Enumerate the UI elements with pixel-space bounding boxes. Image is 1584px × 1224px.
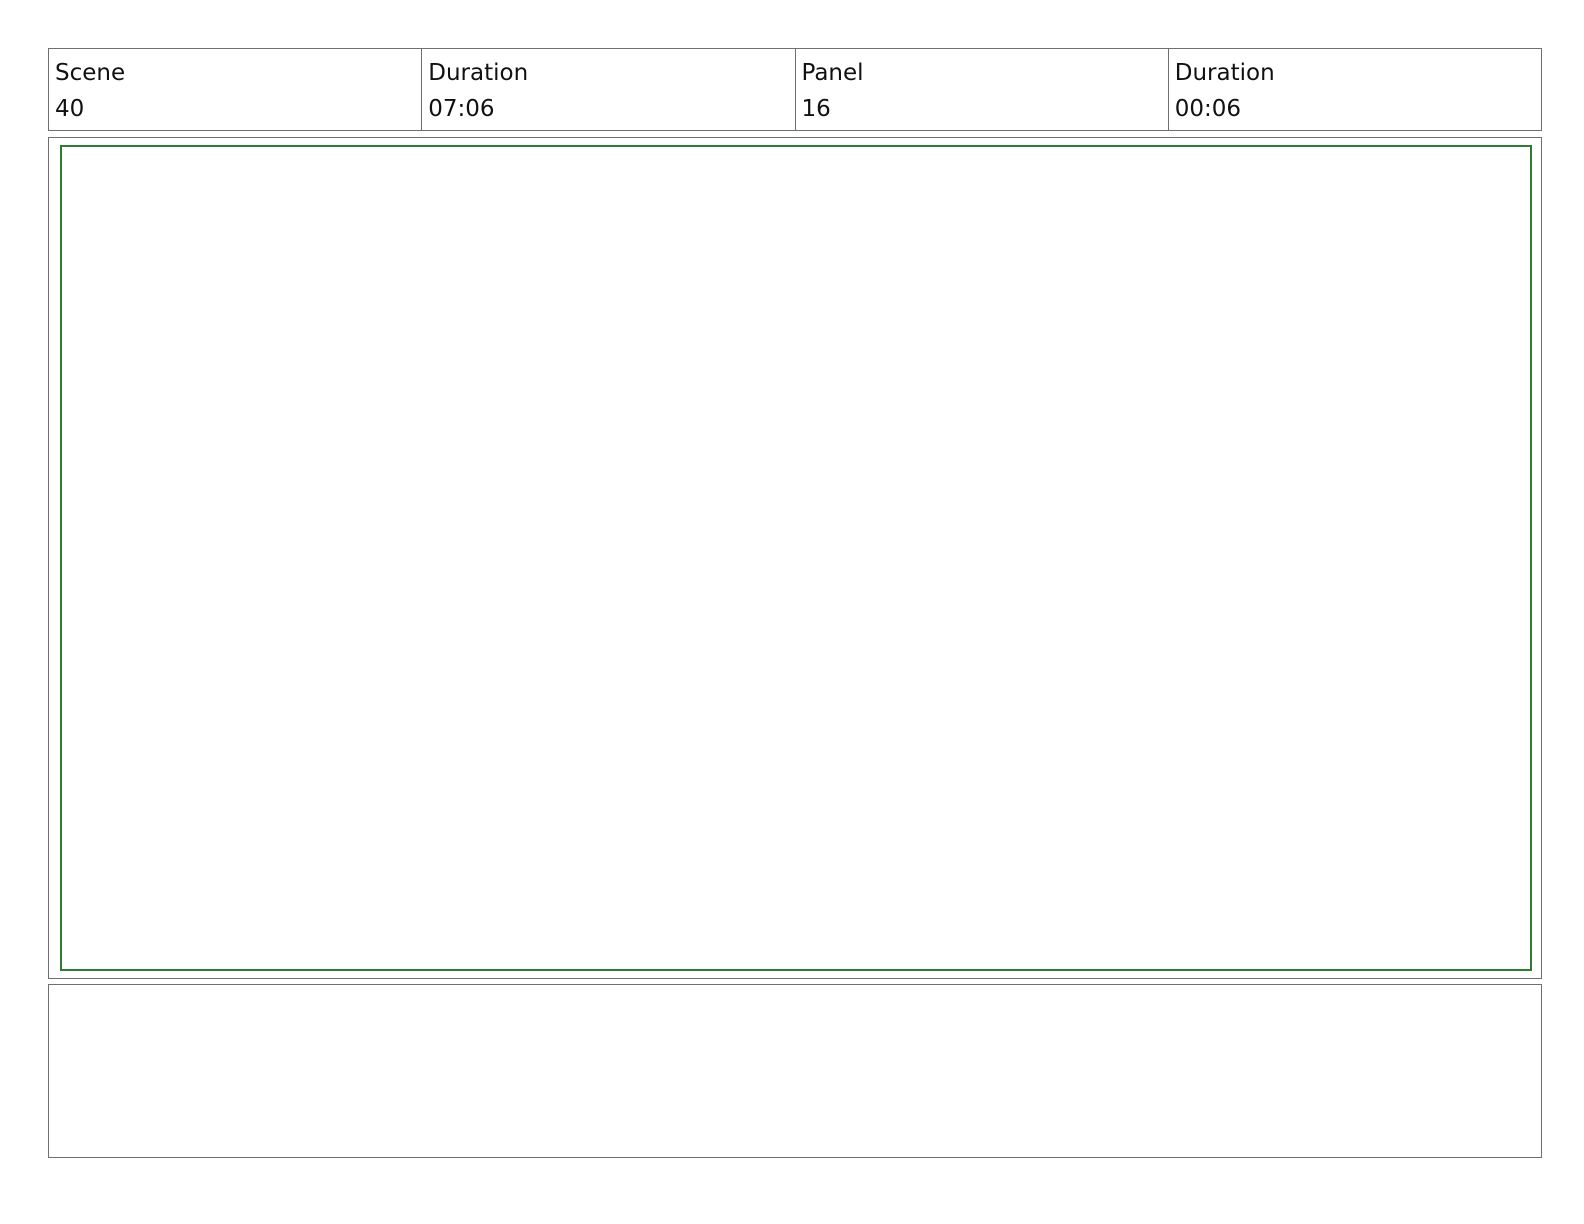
scene-duration-value[interactable]: 07:06 (428, 91, 788, 127)
panel-number[interactable]: 16 (802, 91, 1162, 127)
storyboard-page: { "header": { "scene": {"label": "Scene"… (0, 0, 1584, 1224)
storyboard-header: Scene 40 Duration 07:06 Panel 16 Duratio… (48, 48, 1542, 131)
panel-duration-cell: Duration 00:06 (1169, 49, 1541, 130)
panel-duration-value[interactable]: 00:06 (1175, 91, 1535, 127)
scene-label: Scene (55, 60, 126, 86)
panel-frame (48, 137, 1542, 979)
scene-cell: Scene 40 (49, 49, 423, 130)
scene-duration-cell: Duration 07:06 (422, 49, 796, 130)
panel-image-area[interactable] (60, 145, 1532, 971)
panel-notes-box[interactable] (48, 984, 1542, 1158)
panel-label: Panel (801, 60, 864, 86)
panel-duration-label: Duration (1174, 60, 1275, 86)
scene-duration-label: Duration (428, 60, 529, 86)
scene-number[interactable]: 40 (55, 91, 415, 127)
panel-cell: Panel 16 (796, 49, 1169, 130)
